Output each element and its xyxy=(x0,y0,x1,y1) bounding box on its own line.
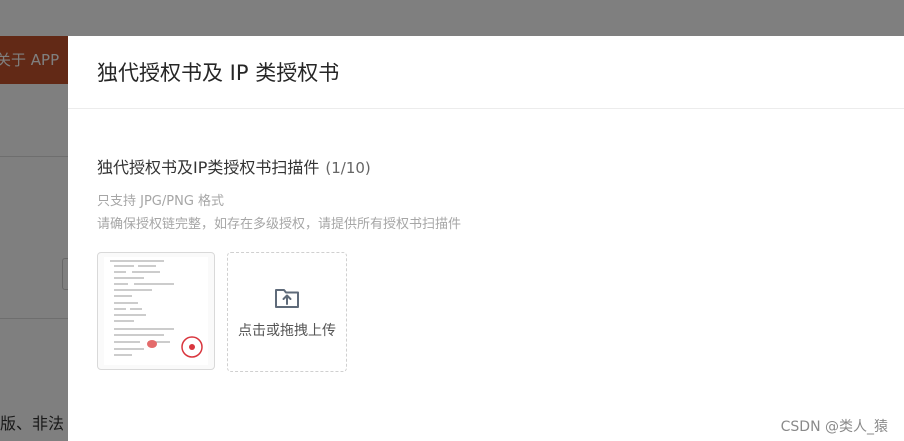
section-title-text: 独代授权书及IP类授权书扫描件 xyxy=(97,158,320,177)
drawer-header: 独代授权书及 IP 类授权书 xyxy=(68,36,904,109)
folder-upload-icon xyxy=(275,289,299,308)
format-hint: 只支持 JPG/PNG 格式 xyxy=(97,194,225,209)
watermark: CSDN @类人_猿 xyxy=(780,419,888,435)
drawer-title: 独代授权书及 IP 类授权书 xyxy=(97,61,340,85)
upload-section-title: 独代授权书及IP类授权书扫描件 (1/10) xyxy=(97,154,371,178)
authorization-drawer: 独代授权书及 IP 类授权书 独代授权书及IP类授权书扫描件 (1/10) 只支持… xyxy=(68,36,904,441)
uploaded-file-thumbnail[interactable] xyxy=(97,252,215,370)
upload-dropzone[interactable]: 点击或拖拽上传 xyxy=(227,252,347,372)
upload-count: (1/10) xyxy=(325,159,371,177)
completeness-hint: 请确保授权链完整，如存在多级授权，请提供所有授权书扫描件 xyxy=(97,217,462,232)
document-scan-thumbnail xyxy=(104,257,208,365)
upload-label: 点击或拖拽上传 xyxy=(238,323,336,339)
